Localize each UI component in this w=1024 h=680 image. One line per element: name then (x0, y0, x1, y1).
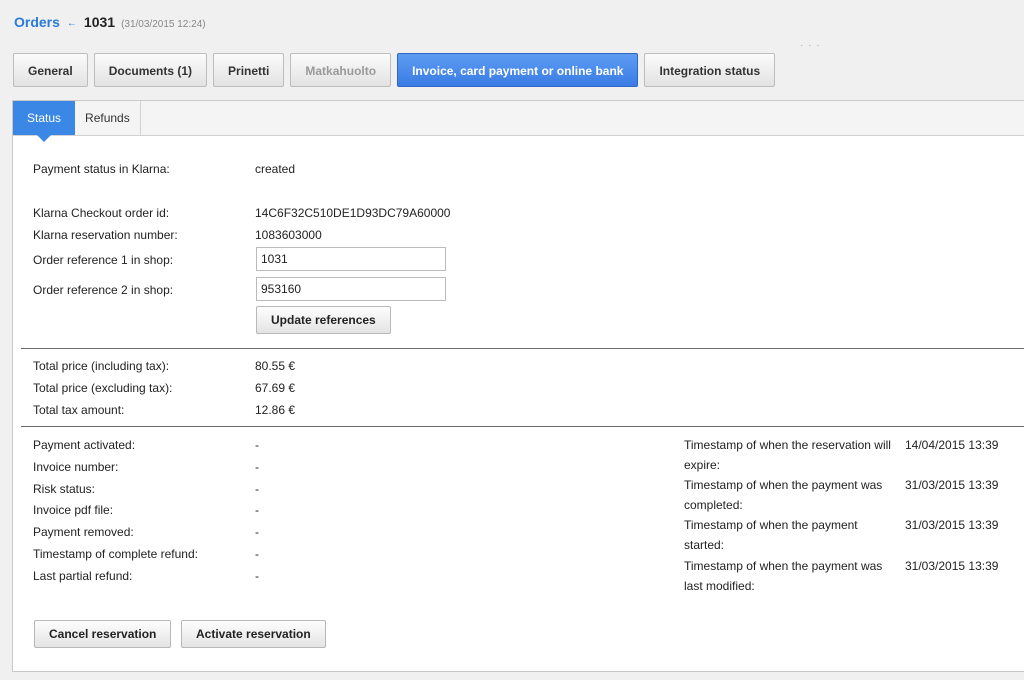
total-incl-tax-value: 80.55 € (255, 359, 296, 373)
tab-general[interactable]: General (13, 53, 88, 87)
invoice-number-value: - (255, 460, 259, 474)
sub-tabs: Status Refunds (13, 101, 1024, 142)
payment-modified-label: Timestamp of when the payment was last m… (684, 559, 883, 593)
reservation-number-label: Klarna reservation number: (33, 228, 178, 242)
payment-completed-label: Timestamp of when the payment was comple… (684, 478, 883, 512)
active-tab-pointer-icon (37, 135, 52, 142)
tab-integration-status[interactable]: Integration status (644, 53, 776, 87)
payment-panel: Status Refunds Payment status in Klarna:… (12, 100, 1024, 672)
payment-started-label: Timestamp of when the payment started: (684, 518, 858, 552)
invoice-pdf-label: Invoice pdf file: (33, 503, 114, 517)
update-references-button[interactable]: Update references (256, 306, 391, 334)
order-ref-2-input[interactable] (256, 277, 446, 301)
breadcrumb-orders-link[interactable]: Orders (14, 14, 60, 30)
payment-started-value: 31/03/2015 13:39 (905, 518, 999, 532)
section-divider (21, 348, 1024, 349)
checkout-id-value: 14C6F32C510DE1D93DC79A60000 (255, 206, 451, 220)
invoice-number-label: Invoice number: (33, 460, 119, 474)
main-tabs: General Documents (1) Prinetti Matkahuol… (13, 53, 781, 87)
total-excl-tax-value: 67.69 € (255, 381, 296, 395)
complete-refund-value: - (255, 547, 259, 561)
tab-invoice-payment[interactable]: Invoice, card payment or online bank (397, 53, 639, 87)
order-ref-1-label: Order reference 1 in shop: (33, 253, 174, 267)
payment-removed-value: - (255, 525, 259, 539)
total-incl-tax-label: Total price (including tax): (33, 359, 170, 373)
tab-matkahuolto[interactable]: Matkahuolto (290, 53, 392, 87)
activate-reservation-button[interactable]: Activate reservation (181, 620, 326, 648)
section-divider (21, 426, 1024, 427)
breadcrumb: Orders ← 1031 (31/03/2015 12:24) (14, 14, 206, 34)
subtab-refunds[interactable]: Refunds (75, 101, 141, 135)
tab-prinetti[interactable]: Prinetti (213, 53, 285, 87)
risk-status-label: Risk status: (33, 482, 96, 496)
total-tax-value: 12.86 € (255, 403, 296, 417)
checkout-id-label: Klarna Checkout order id: (33, 206, 170, 220)
back-arrow-icon: ← (66, 18, 77, 29)
reservation-number-value: 1083603000 (255, 228, 322, 242)
tab-documents[interactable]: Documents (1) (93, 53, 208, 87)
total-excl-tax-label: Total price (excluding tax): (33, 381, 173, 395)
complete-refund-label: Timestamp of complete refund: (33, 547, 198, 561)
risk-status-value: - (255, 482, 259, 496)
payment-removed-label: Payment removed: (33, 525, 134, 539)
order-ref-2-label: Order reference 2 in shop: (33, 283, 174, 297)
payment-activated-value: - (255, 438, 259, 452)
subtab-status-label: Status (27, 111, 62, 125)
order-ref-1-input[interactable] (256, 247, 446, 271)
invoice-pdf-value: - (255, 503, 259, 517)
partial-refund-label: Last partial refund: (33, 569, 133, 583)
subtab-status[interactable]: Status (13, 101, 76, 142)
payment-modified-value: 31/03/2015 13:39 (905, 559, 999, 573)
payment-status-value: created (255, 162, 296, 176)
order-date: (31/03/2015 12:24) (121, 19, 206, 30)
cancel-reservation-button[interactable]: Cancel reservation (34, 620, 172, 648)
partial-refund-value: - (255, 569, 259, 583)
payment-status-label: Payment status in Klarna: (33, 162, 170, 176)
total-tax-label: Total tax amount: (33, 403, 125, 417)
payment-activated-label: Payment activated: (33, 438, 136, 452)
page-title: 1031 (83, 14, 116, 30)
reservation-expire-label: Timestamp of when the reservation will e… (684, 438, 891, 472)
payment-completed-value: 31/03/2015 13:39 (905, 478, 999, 492)
reservation-expire-value: 14/04/2015 13:39 (905, 438, 999, 452)
more-tabs-icon: · · · (800, 40, 821, 51)
